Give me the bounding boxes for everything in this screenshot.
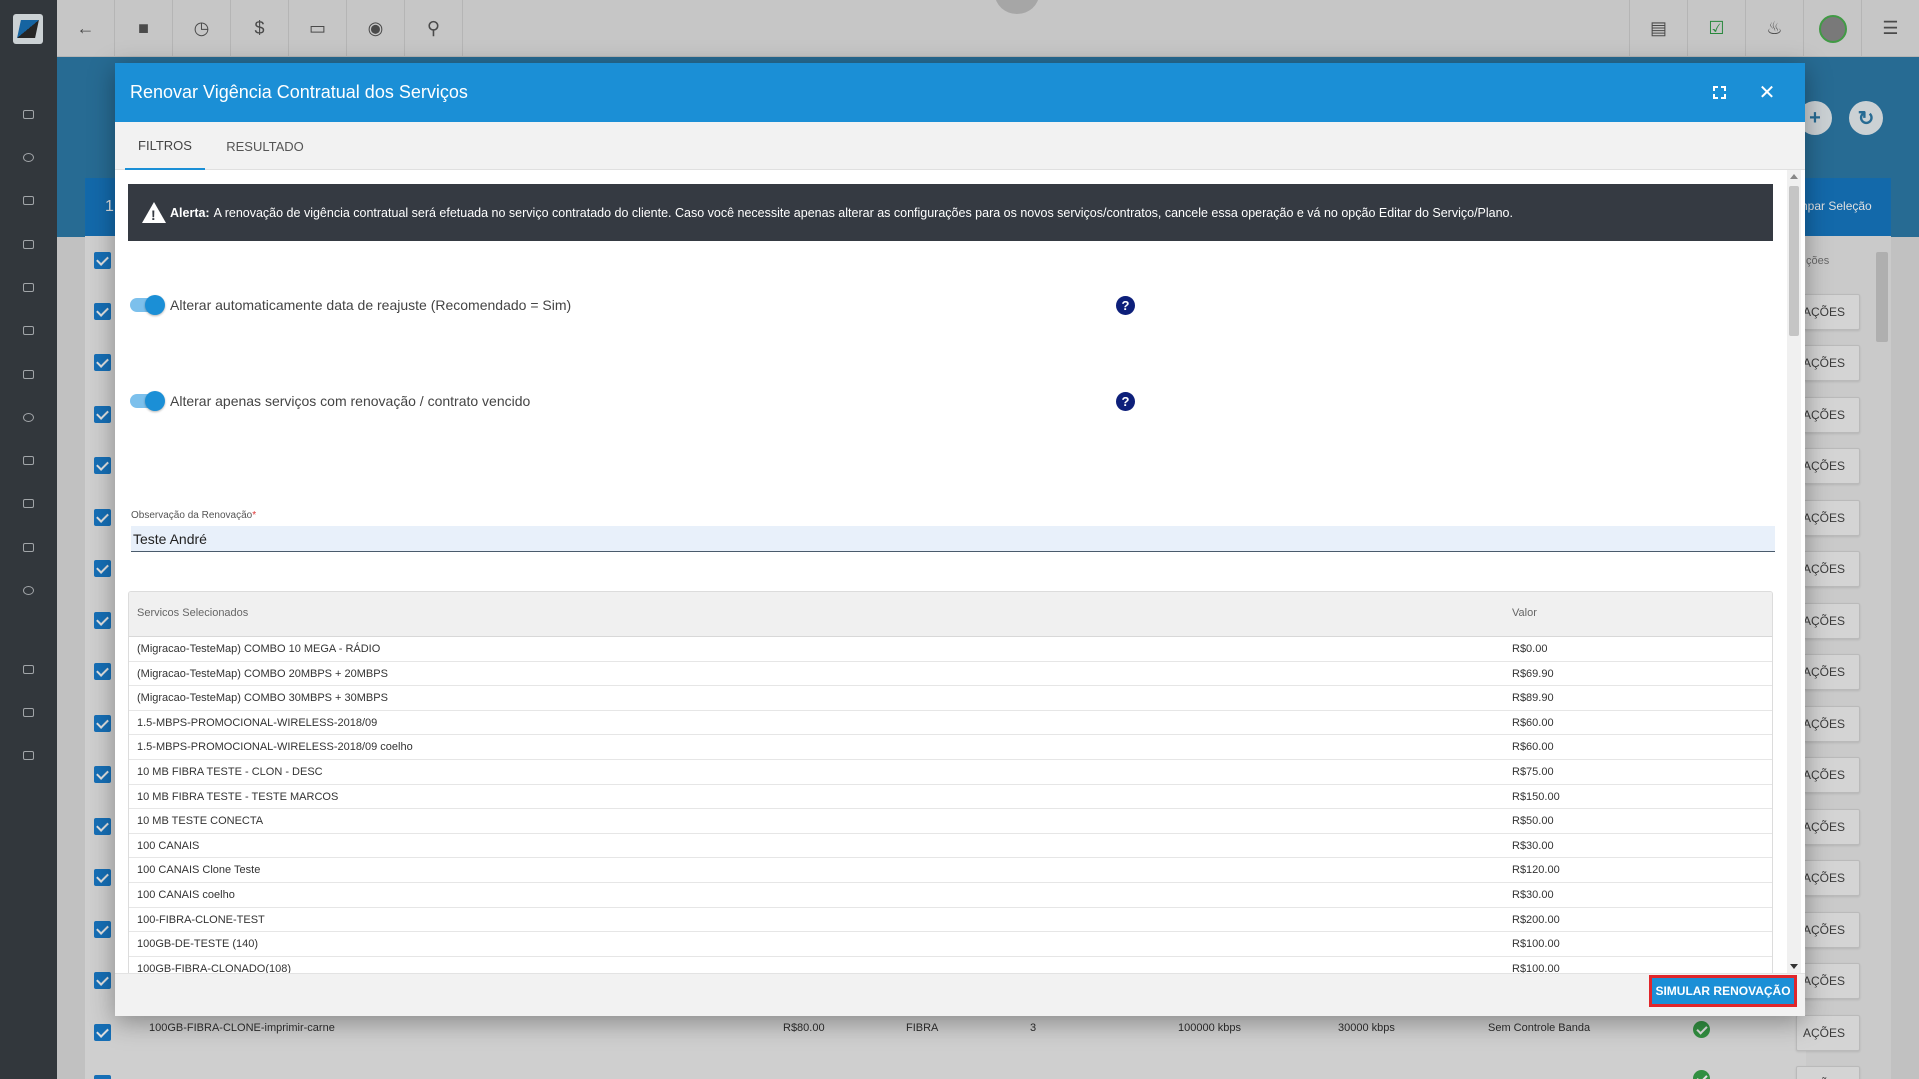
- servico-name: (Migracao-TesteMap) COMBO 10 MEGA - RÁDI…: [137, 643, 381, 655]
- tab-resultado[interactable]: RESULTADO: [215, 122, 315, 170]
- table-row[interactable]: 10 MB FIBRA TESTE - TESTE MARCOS R$150.00: [129, 785, 1772, 810]
- servico-valor: R$69.90: [1512, 667, 1554, 680]
- alert-banner: Alerta: A renovação de vigência contratu…: [128, 184, 1773, 241]
- toggle-reajuste-label: Alterar automaticamente data de reajuste…: [170, 297, 572, 313]
- table-row[interactable]: 10 MB FIBRA TESTE - CLON - DESC R$75.00: [129, 760, 1772, 785]
- header-servicos: Servicos Selecionados: [137, 607, 249, 619]
- table-body: (Migracao-TesteMap) COMBO 10 MEGA - RÁDI…: [129, 637, 1772, 973]
- observacao-input[interactable]: [131, 526, 1775, 552]
- servico-valor: R$75.00: [1512, 765, 1554, 778]
- servico-valor: R$60.00: [1512, 716, 1554, 729]
- toggle-vencido-row: Alterar apenas serviços com renovação / …: [130, 391, 531, 411]
- servico-valor: R$120.00: [1512, 864, 1560, 877]
- observacao-label: Observação da Renovação*: [131, 510, 257, 521]
- close-icon[interactable]: ✕: [1753, 78, 1781, 106]
- servico-name: 1.5-MBPS-PROMOCIONAL-WIRELESS-2018/09: [137, 716, 378, 729]
- servico-valor: R$30.00: [1512, 839, 1554, 852]
- servico-valor: R$100.00: [1512, 962, 1560, 973]
- servico-name: 100GB-DE-TESTE (140): [137, 938, 259, 951]
- table-row[interactable]: (Migracao-TesteMap) COMBO 20MBPS + 20MBP…: [129, 662, 1772, 687]
- table-row[interactable]: 100 CANAIS coelho R$30.00: [129, 883, 1772, 908]
- servico-valor: R$30.00: [1512, 888, 1554, 901]
- servico-name: 100-FIBRA-CLONE-TEST: [137, 913, 265, 926]
- servico-valor: R$200.00: [1512, 913, 1560, 926]
- modal-footer: [115, 973, 1805, 1016]
- header-valor: Valor: [1512, 607, 1537, 619]
- servico-name: 100 CANAIS coelho: [137, 888, 235, 901]
- servico-name: 10 MB FIBRA TESTE - TESTE MARCOS: [137, 790, 339, 803]
- table-row[interactable]: (Migracao-TesteMap) COMBO 10 MEGA - RÁDI…: [129, 637, 1772, 662]
- servicos-table: Servicos Selecionados Valor (Migracao-Te…: [128, 591, 1773, 973]
- modal-title: Renovar Vigência Contratual dos Serviços: [130, 82, 468, 102]
- toggle-reajuste-row: Alterar automaticamente data de reajuste…: [130, 295, 572, 315]
- scroll-down-icon[interactable]: [1790, 964, 1798, 969]
- servico-name: 10 MB FIBRA TESTE - CLON - DESC: [137, 765, 323, 778]
- modal-tabs: FILTROS RESULTADO: [115, 122, 1805, 170]
- servico-name: (Migracao-TesteMap) COMBO 20MBPS + 20MBP…: [137, 667, 388, 680]
- renovar-vigencia-modal: Renovar Vigência Contratual dos Serviços…: [115, 63, 1805, 1016]
- modal-scrollbar[interactable]: [1787, 170, 1801, 973]
- table-row[interactable]: 100 CANAIS R$30.00: [129, 834, 1772, 859]
- table-row[interactable]: 100-FIBRA-CLONE-TEST R$200.00: [129, 908, 1772, 933]
- table-header: Servicos Selecionados Valor: [129, 592, 1772, 637]
- table-row[interactable]: (Migracao-TesteMap) COMBO 30MBPS + 30MBP…: [129, 686, 1772, 711]
- servico-valor: R$60.00: [1512, 741, 1554, 754]
- servico-name: 1.5-MBPS-PROMOCIONAL-WIRELESS-2018/09 co…: [137, 741, 413, 754]
- servico-valor: R$0.00: [1512, 643, 1548, 655]
- toggle-vencido-switch[interactable]: [130, 391, 165, 411]
- scroll-up-icon[interactable]: [1790, 174, 1798, 179]
- toggle-vencido-label: Alterar apenas serviços com renovação / …: [170, 393, 531, 409]
- servico-name: 100 CANAIS: [137, 839, 200, 852]
- alert-text: A renovação de vigência contratual será …: [213, 205, 1513, 220]
- table-row[interactable]: 10 MB TESTE CONECTA R$50.00: [129, 809, 1772, 834]
- simular-renovacao-button[interactable]: SIMULAR RENOVAÇÃO: [1649, 975, 1797, 1007]
- servico-name: 100 CANAIS Clone Teste: [137, 864, 261, 877]
- alert-prefix: Alerta:: [170, 205, 210, 220]
- modal-header: Renovar Vigência Contratual dos Serviços…: [115, 63, 1805, 122]
- servico-valor: R$50.00: [1512, 815, 1554, 828]
- table-row[interactable]: 1.5-MBPS-PROMOCIONAL-WIRELESS-2018/09 R$6…: [129, 711, 1772, 736]
- table-row[interactable]: 1.5-MBPS-PROMOCIONAL-WIRELESS-2018/09 co…: [129, 735, 1772, 760]
- servico-name: (Migracao-TesteMap) COMBO 30MBPS + 30MBP…: [137, 692, 388, 705]
- servico-name: 100GB-FIBRA-CLONADO(108): [137, 962, 292, 973]
- warning-icon: [142, 202, 166, 223]
- table-row[interactable]: 100GB-DE-TESTE (140) R$100.00: [129, 932, 1772, 957]
- servico-valor: R$150.00: [1512, 790, 1560, 803]
- servico-valor: R$89.90: [1512, 692, 1554, 705]
- help-icon[interactable]: ?: [1116, 392, 1135, 411]
- scroll-thumb[interactable]: [1789, 186, 1799, 336]
- toggle-reajuste-switch[interactable]: [130, 295, 165, 315]
- servico-valor: R$100.00: [1512, 938, 1560, 951]
- table-row[interactable]: 100GB-FIBRA-CLONADO(108) R$100.00: [129, 957, 1772, 973]
- tab-filtros[interactable]: FILTROS: [125, 122, 205, 170]
- fullscreen-icon[interactable]: [1705, 78, 1733, 106]
- modal-body: Alerta: A renovação de vigência contratu…: [115, 170, 1805, 973]
- help-icon[interactable]: ?: [1116, 296, 1135, 315]
- table-row[interactable]: 100 CANAIS Clone Teste R$120.00: [129, 858, 1772, 883]
- servico-name: 10 MB TESTE CONECTA: [137, 815, 264, 828]
